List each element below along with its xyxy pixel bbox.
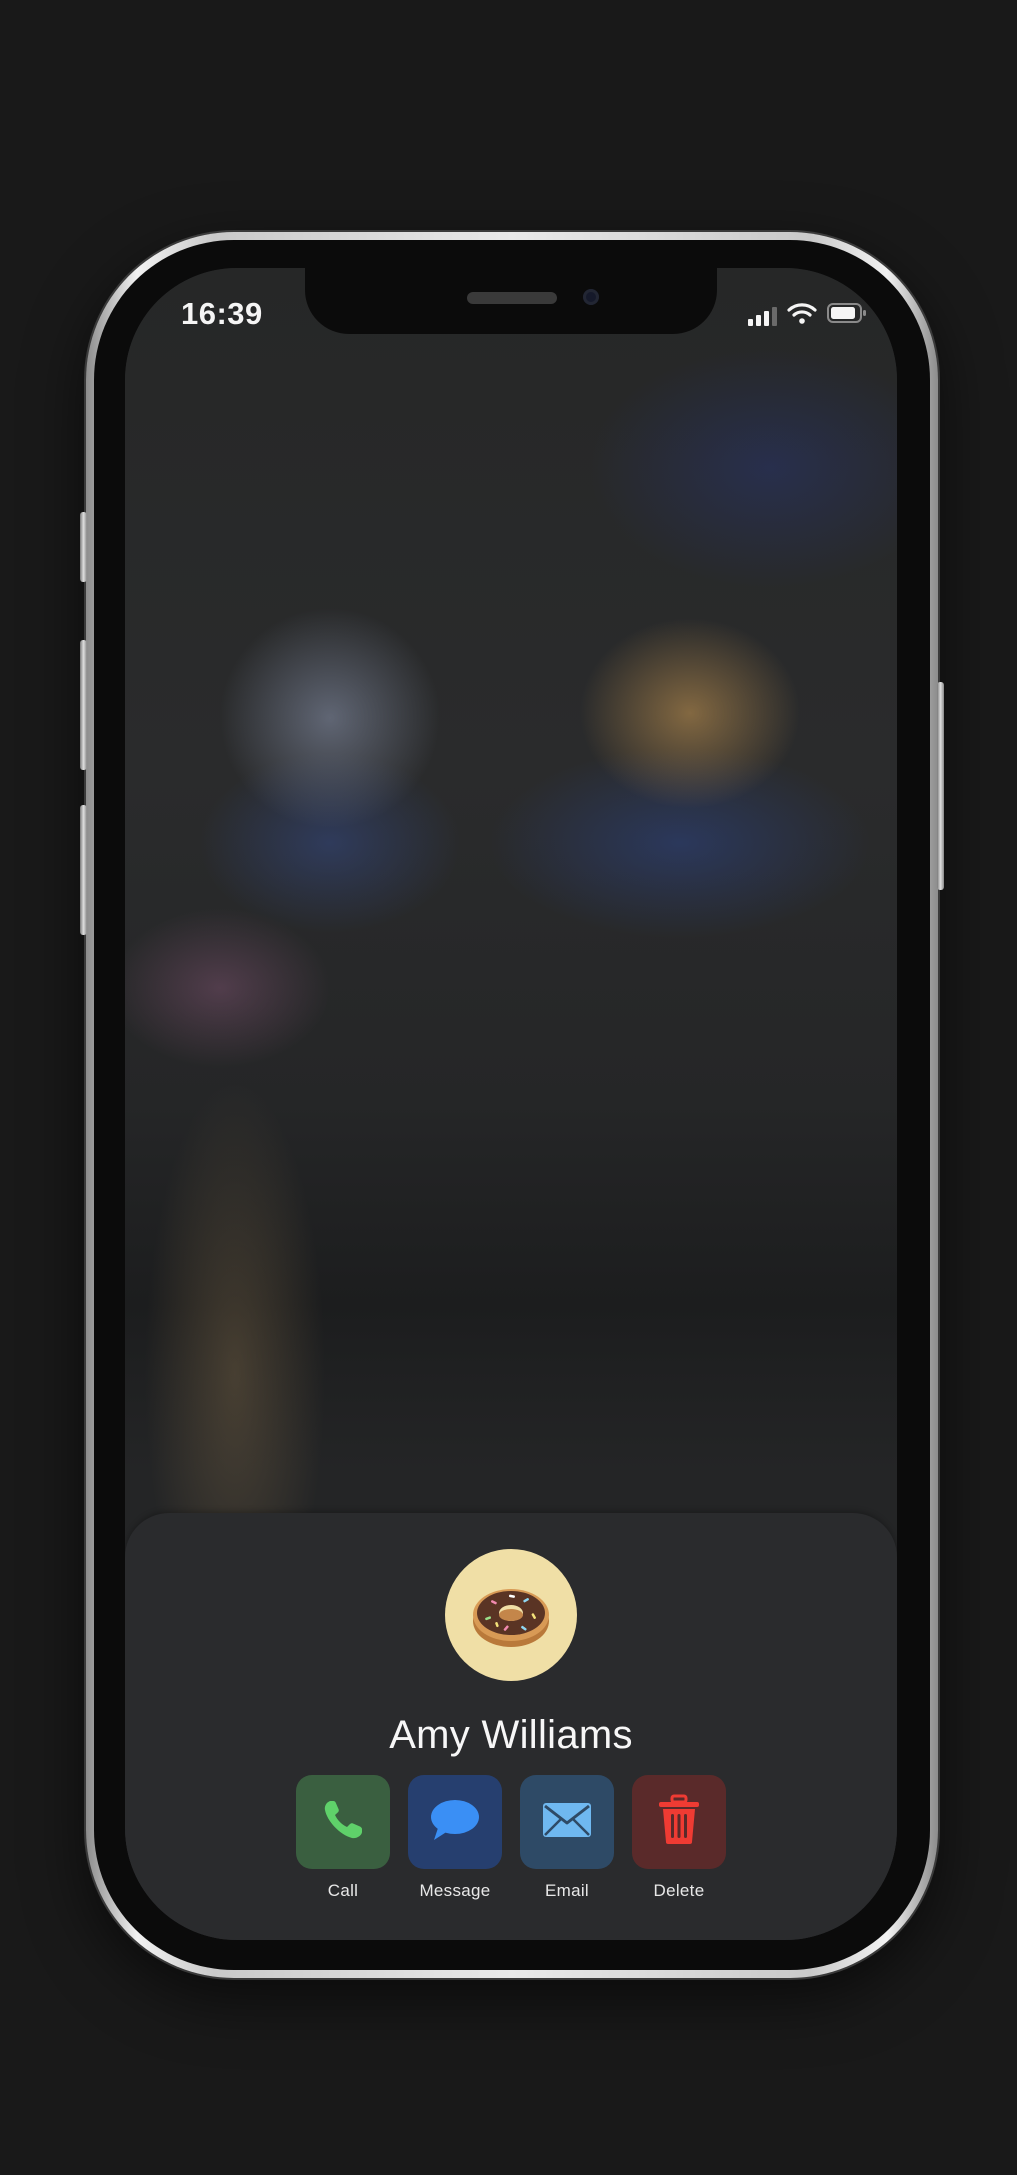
contact-card: Amy Williams Call Message Email Delete [125, 1513, 897, 1940]
volume-up-button [80, 640, 87, 770]
contact-name: Amy Williams [389, 1713, 633, 1757]
cellular-signal-icon [748, 306, 777, 326]
status-time: 16:39 [181, 296, 263, 331]
email-label: Email [544, 1881, 589, 1900]
silent-switch [80, 512, 87, 582]
call-button[interactable] [296, 1775, 390, 1869]
power-button [937, 682, 944, 890]
contact-actions: Call Message Email Delete [296, 1775, 726, 1901]
delete-button[interactable] [632, 1775, 726, 1869]
battery-icon [827, 302, 867, 329]
delete-action: Delete [632, 1775, 726, 1901]
call-action: Call [296, 1775, 390, 1901]
message-action: Message [408, 1775, 502, 1901]
phone-screen: 16:39 Amy Williams Call Message Email De… [125, 268, 897, 1940]
donut-icon [469, 1571, 553, 1660]
contact-avatar[interactable] [445, 1549, 577, 1681]
notch [305, 268, 717, 334]
message-button[interactable] [408, 1775, 502, 1869]
message-bubble-icon [428, 1796, 482, 1849]
message-label: Message [419, 1881, 491, 1900]
email-button[interactable] [520, 1775, 614, 1869]
phone-icon [319, 1796, 367, 1849]
email-action: Email [520, 1775, 614, 1901]
delete-label: Delete [653, 1881, 705, 1900]
envelope-icon [540, 1799, 594, 1846]
wifi-icon [787, 302, 817, 329]
front-camera [583, 289, 599, 305]
volume-down-button [80, 805, 87, 935]
status-icons [748, 302, 867, 329]
page: 16:39 Amy Williams Call Message Email De… [0, 0, 1017, 2175]
call-label: Call [327, 1881, 359, 1900]
trash-icon [657, 1794, 701, 1851]
earpiece-speaker [467, 292, 557, 304]
